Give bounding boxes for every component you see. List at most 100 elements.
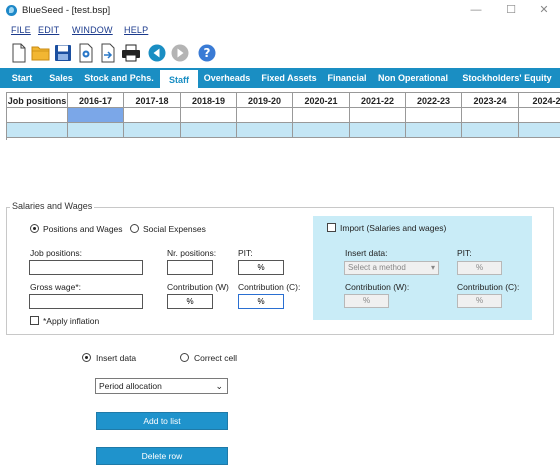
salaries-wages-legend: Salaries and Wages	[10, 201, 95, 211]
apply-inflation-label[interactable]: *Apply inflation	[43, 316, 99, 326]
grid-col-year: 2017-18	[124, 92, 181, 108]
grid-cell[interactable]	[406, 108, 462, 123]
tab-fixed-assets[interactable]: Fixed Assets	[256, 68, 322, 88]
contribution-c-input[interactable]: %	[238, 294, 284, 309]
close-icon[interactable]: ✕	[530, 3, 558, 19]
apply-inflation-checkbox[interactable]	[30, 316, 39, 325]
gross-wage-input[interactable]	[29, 294, 143, 309]
tab-start[interactable]: Start	[0, 68, 44, 88]
import-pit-input[interactable]: %	[457, 261, 502, 275]
period-allocation-select[interactable]: Period allocation ⌄	[95, 378, 228, 394]
settings-doc-icon[interactable]	[76, 43, 96, 63]
title-bar: BlueSeed - [test.bsp] — ☐ ✕	[0, 0, 560, 22]
maximize-icon[interactable]: ☐	[497, 3, 525, 19]
grid-cell[interactable]	[350, 123, 406, 138]
insert-data-label: Insert data:	[345, 248, 388, 258]
correct-cell-label[interactable]: Correct cell	[194, 353, 237, 363]
delete-row-button[interactable]: Delete row	[96, 447, 228, 465]
grid-cell[interactable]	[124, 123, 181, 138]
menu-help[interactable]: HELP	[124, 25, 148, 35]
open-folder-icon[interactable]	[31, 43, 51, 63]
job-positions-label: Job positions:	[30, 248, 82, 258]
import-method-select[interactable]: Select a method ▾	[344, 261, 439, 275]
grid-col-year: 2016-17	[68, 92, 124, 108]
pit-label: PIT:	[238, 248, 253, 258]
table-row[interactable]	[7, 123, 560, 138]
grid-cell[interactable]	[519, 108, 560, 123]
export-icon[interactable]	[98, 43, 118, 63]
save-icon[interactable]	[53, 43, 73, 63]
import-contribution-w-input[interactable]: %	[344, 294, 389, 308]
chevron-down-icon: ▾	[430, 263, 435, 272]
insert-data-radio[interactable]	[82, 353, 91, 362]
grid-cell[interactable]	[237, 123, 293, 138]
grid-cell[interactable]	[7, 123, 68, 138]
tab-overheads[interactable]: Overheads	[198, 68, 256, 88]
new-file-icon[interactable]	[9, 43, 29, 63]
import-contribution-c-input[interactable]: %	[457, 294, 502, 308]
table-row[interactable]	[7, 108, 560, 123]
import-checkbox[interactable]	[327, 223, 336, 232]
tab-sales[interactable]: Sales	[44, 68, 78, 88]
correct-cell-radio[interactable]	[180, 353, 189, 362]
social-expenses-label[interactable]: Social Expenses	[143, 224, 206, 234]
print-icon[interactable]	[121, 43, 141, 63]
menu-edit[interactable]: EDIT	[38, 25, 59, 35]
insert-data-radio-label[interactable]: Insert data	[96, 353, 136, 363]
grid-col-year: 2023-24	[462, 92, 519, 108]
pit-input[interactable]: %	[238, 260, 284, 275]
grid-col-year: 2022-23	[406, 92, 462, 108]
menu-window[interactable]: WINDOW	[72, 25, 113, 35]
grid-cell[interactable]	[406, 123, 462, 138]
tab-financial[interactable]: Financial	[322, 68, 372, 88]
contribution-c-label: Contribution (C):	[238, 282, 301, 292]
import-contribution-w-label: Contribution (W):	[345, 282, 410, 292]
staff-grid[interactable]: Job positions 2016-17 2017-18 2018-19 20…	[6, 92, 560, 140]
blueseed-app-icon	[6, 5, 17, 16]
grid-cell[interactable]	[350, 108, 406, 123]
tab-staff[interactable]: Staff	[160, 69, 198, 88]
job-positions-input[interactable]	[29, 260, 143, 275]
help-icon[interactable]: ?	[197, 43, 217, 63]
import-pit-label: PIT:	[457, 248, 472, 258]
grid-cell[interactable]	[293, 108, 350, 123]
period-allocation-value: Period allocation	[99, 381, 162, 391]
gross-wage-label: Gross wage*:	[30, 282, 82, 292]
menu-file[interactable]: FILE	[11, 25, 31, 35]
contribution-w-input[interactable]: %	[167, 294, 213, 309]
grid-header: Job positions 2016-17 2017-18 2018-19 20…	[7, 92, 560, 108]
social-expenses-radio[interactable]	[130, 224, 139, 233]
chevron-down-icon: ⌄	[215, 381, 223, 391]
grid-cell[interactable]	[68, 123, 124, 138]
grid-cell[interactable]	[462, 108, 519, 123]
contribution-w-label: Contribution (W)	[167, 282, 229, 292]
positions-wages-label[interactable]: Positions and Wages	[43, 224, 123, 234]
grid-cell[interactable]	[181, 123, 237, 138]
grid-cell[interactable]	[237, 108, 293, 123]
grid-cell[interactable]	[519, 123, 560, 138]
import-method-placeholder: Select a method	[348, 263, 406, 272]
nr-positions-input[interactable]	[167, 260, 213, 275]
grid-col-year: 2021-22	[350, 92, 406, 108]
grid-col-year: 2019-20	[237, 92, 293, 108]
grid-cell[interactable]	[7, 108, 68, 123]
grid-cell[interactable]	[124, 108, 181, 123]
grid-cell[interactable]	[462, 123, 519, 138]
toolbar: ?	[0, 41, 560, 65]
minimize-icon[interactable]: —	[462, 3, 490, 19]
grid-cell-selected[interactable]	[68, 108, 124, 123]
grid-col-year: 2018-19	[181, 92, 237, 108]
tab-non-operational[interactable]: Non Operational	[372, 68, 454, 88]
add-to-list-button[interactable]: Add to list	[96, 412, 228, 430]
back-icon[interactable]	[147, 43, 167, 63]
grid-cell[interactable]	[181, 108, 237, 123]
forward-icon[interactable]	[170, 43, 190, 63]
grid-cell[interactable]	[293, 123, 350, 138]
window-title: BlueSeed - [test.bsp]	[22, 5, 111, 16]
menu-bar: FILE EDIT WINDOW HELP	[0, 24, 560, 38]
grid-col-year: 2020-21	[293, 92, 350, 108]
import-label[interactable]: Import (Salaries and wages)	[340, 223, 446, 233]
positions-wages-radio[interactable]	[30, 224, 39, 233]
tab-stockholders-equity[interactable]: Stockholders' Equity	[454, 68, 560, 88]
tab-stock-and-pchs[interactable]: Stock and Pchs.	[78, 68, 160, 88]
